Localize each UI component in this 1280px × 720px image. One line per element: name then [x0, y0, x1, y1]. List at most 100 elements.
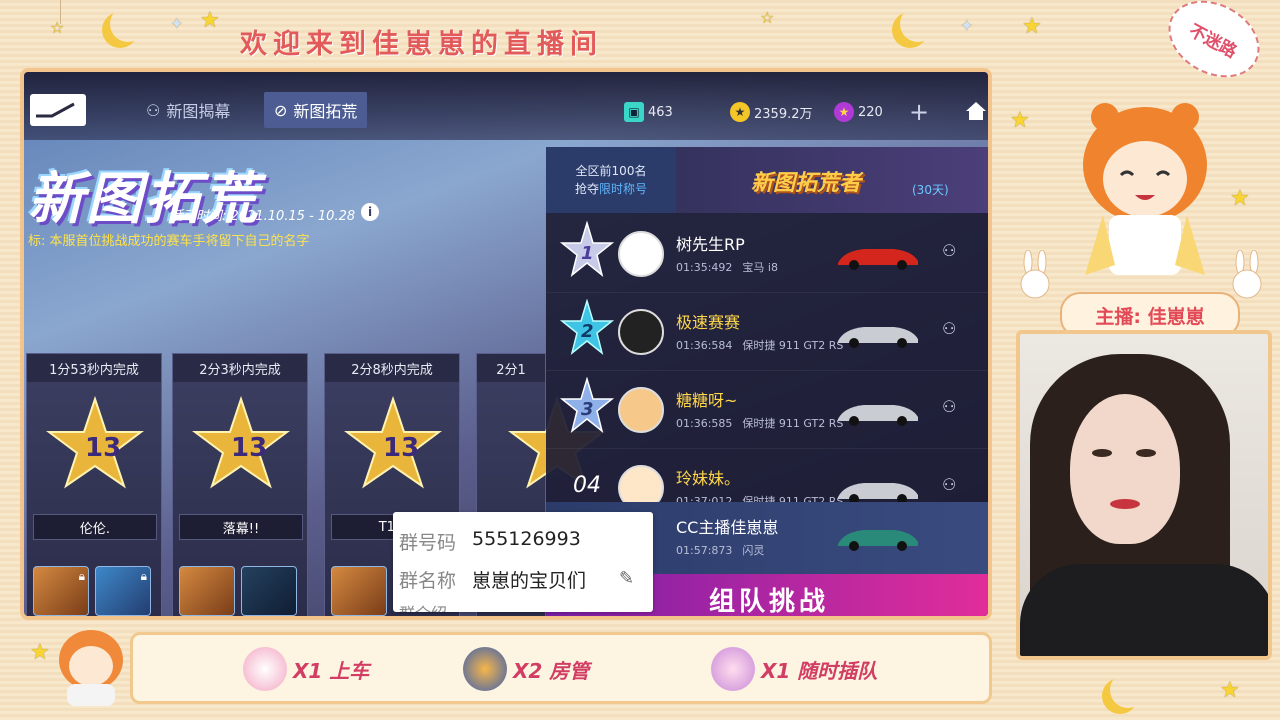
- gem-icon: ▣: [624, 102, 644, 122]
- gift-item: X1 随时插队: [711, 647, 877, 691]
- leaderboard-row[interactable]: 3 糖糖呀~ 01:36:585 保时捷 911 GT2 RS ⚇: [546, 371, 988, 449]
- car-icon: [838, 249, 918, 270]
- reward-item[interactable]: 🔒︎: [33, 566, 89, 616]
- player-name: CC主播佳崽崽: [676, 518, 779, 537]
- leaderboard-row[interactable]: 04 玲妹妹。 01:37:012 保时捷 911 GT2 RS ⚇: [546, 449, 988, 505]
- back-arrow-icon: [36, 102, 75, 118]
- card-time-label: 2分8秒内完成: [325, 354, 459, 382]
- trophy-star-icon: 13: [46, 395, 144, 489]
- edit-icon[interactable]: ✎: [619, 568, 634, 589]
- coins-counter[interactable]: ★ 2359.2万: [730, 102, 813, 122]
- view-player-icon[interactable]: ⚇: [942, 397, 968, 423]
- lock-icon: 🔒︎: [78, 569, 85, 583]
- rank-3-badge-icon: 3: [560, 377, 614, 433]
- gift-icon: [463, 647, 507, 691]
- camera-figure-eye: [1136, 449, 1156, 457]
- tab-new-map-explore[interactable]: ⊘ 新图拓荒: [264, 92, 368, 128]
- gift-bar: X1 上车 X2 房管 X1 随时插队: [130, 632, 992, 704]
- reward-item[interactable]: [241, 566, 297, 616]
- star-icon: ☆: [50, 18, 65, 37]
- leaderboard-note: 全区前100名 抢夺限时称号: [546, 147, 676, 213]
- player-stats: 01:35:492 宝马 i8: [676, 261, 778, 274]
- star-icon: ★: [200, 8, 220, 33]
- group-intro-row: 群介绍: [399, 600, 447, 612]
- player-stats: 01:36:584 保时捷 911 GT2 RS: [676, 339, 844, 352]
- car-icon: [838, 530, 918, 551]
- car-icon: [838, 405, 918, 426]
- challenge-card[interactable]: 2分3秒内完成 13 落幕!!: [172, 353, 308, 616]
- home-icon[interactable]: [964, 100, 988, 126]
- gift-icon: [711, 647, 755, 691]
- view-player-icon[interactable]: ⚇: [942, 241, 968, 267]
- trophy-star-icon: 13: [192, 395, 290, 489]
- reward-item[interactable]: [179, 566, 235, 616]
- card-rewards: 🔒︎ 🔒︎: [33, 566, 151, 616]
- gift-item: X1 上车: [243, 647, 369, 691]
- star-icon: ☆: [760, 8, 775, 27]
- gift-item: X2 房管: [463, 647, 589, 691]
- moon-icon: [110, 6, 146, 42]
- leaderboard-row[interactable]: 1 树先生RP 01:35:492 宝马 i8 ⚇: [546, 215, 988, 293]
- svg-text:2: 2: [581, 321, 594, 342]
- shooting-star-icon: ✦: [170, 14, 184, 33]
- card-rewards: [179, 566, 297, 616]
- person-icon: ⚇: [146, 100, 161, 120]
- rank-2-badge-icon: 2: [560, 299, 614, 355]
- leaderboard-row[interactable]: 2 极速赛赛 01:36:584 保时捷 911 GT2 RS ⚇: [546, 293, 988, 371]
- reward-item[interactable]: 🔒︎: [95, 566, 151, 616]
- avatar: [618, 309, 664, 355]
- reward-item[interactable]: [331, 566, 387, 616]
- camera-figure-face: [1070, 394, 1180, 544]
- camera-figure-shirt: [1020, 564, 1268, 656]
- card-player-name: 伦伦.: [33, 514, 157, 540]
- coin-icon: ★: [730, 102, 750, 122]
- star-icon: ★: [1230, 186, 1250, 211]
- card-rewards: [331, 566, 387, 616]
- star-icon: ★: [1220, 678, 1240, 703]
- avatar: [618, 231, 664, 277]
- player-stats: 01:57:873 闪灵: [676, 544, 765, 557]
- gift-icon: [243, 647, 287, 691]
- player-name: 树先生RP: [676, 235, 745, 254]
- moon-icon: [900, 6, 936, 42]
- add-button[interactable]: +: [909, 98, 929, 126]
- player-stats: 01:36:585 保时捷 911 GT2 RS: [676, 417, 844, 430]
- mascot-mini-icon: [59, 630, 123, 706]
- avatar: [618, 465, 664, 504]
- bunny-icon: [1232, 250, 1262, 299]
- gems-counter[interactable]: ▣ 463: [624, 102, 673, 122]
- card-time-label: 1分53秒内完成: [27, 354, 161, 382]
- star-icon: ★: [30, 640, 50, 665]
- player-name: 糖糖呀~: [676, 391, 738, 410]
- leaderboard-days: (30天): [912, 183, 949, 197]
- points-icon: ★: [834, 102, 854, 122]
- moon-icon: [1110, 672, 1146, 708]
- avatar: [618, 387, 664, 433]
- svg-text:13: 13: [85, 433, 121, 463]
- star-icon: ★: [1022, 14, 1042, 39]
- shooting-star-icon: ✦: [960, 16, 974, 35]
- camera-figure-eye: [1092, 449, 1112, 457]
- mascot-icon: [1083, 103, 1207, 275]
- view-player-icon[interactable]: ⚇: [942, 475, 968, 501]
- welcome-banner: 欢迎来到佳崽崽的直播间: [240, 29, 603, 60]
- event-time: 活动时间: 2021.10.15 - 10.28: [170, 209, 356, 224]
- view-player-icon[interactable]: ⚇: [942, 319, 968, 345]
- leaderboard-logo: 新图拓荒者: [751, 171, 862, 196]
- player-name: 玲妹妹。: [676, 469, 741, 488]
- lock-icon: 🔒︎: [140, 569, 147, 583]
- streamer-camera: [1016, 330, 1272, 660]
- star-icon: ★: [1010, 108, 1030, 133]
- svg-text:3: 3: [581, 399, 594, 420]
- rank-number: 04: [573, 472, 601, 498]
- compass-icon: ⊘: [274, 100, 288, 120]
- group-info-popup: 群号码 555126993 群名称 崽崽的宝贝们 ✎ 群介绍: [393, 512, 653, 612]
- svg-text:1: 1: [581, 243, 594, 264]
- challenge-card[interactable]: 1分53秒内完成 13 伦伦. 🔒︎ 🔒︎: [26, 353, 162, 616]
- tab-new-map-reveal[interactable]: ⚇ 新图揭幕: [136, 92, 240, 128]
- car-icon: [838, 327, 918, 348]
- info-icon[interactable]: i: [361, 203, 379, 221]
- leaderboard-header: 全区前100名 抢夺限时称号 新图拓荒者 (30天): [546, 147, 988, 213]
- points-counter[interactable]: ★ 220: [834, 102, 883, 122]
- back-button[interactable]: [30, 94, 86, 126]
